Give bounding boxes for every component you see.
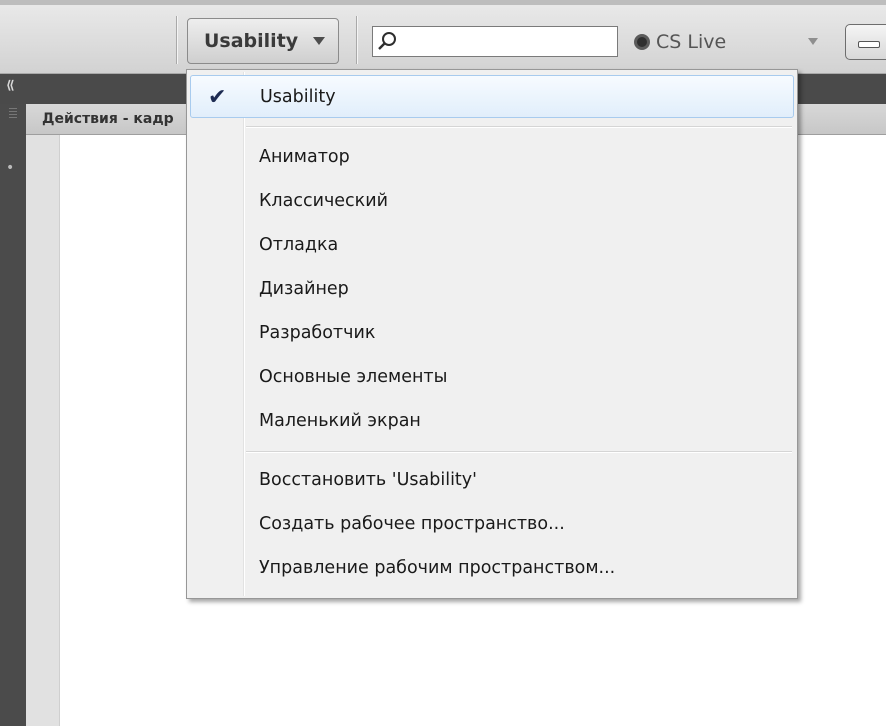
cs-live-button[interactable]: CS Live bbox=[634, 26, 726, 58]
actions-panel-title: Действия - кадр bbox=[42, 111, 174, 127]
menu-item-manage-workspaces[interactable]: Управление рабочим пространством... bbox=[190, 547, 794, 590]
left-dock-strip: • bbox=[0, 104, 26, 726]
toolbar-separator bbox=[176, 16, 177, 64]
menu-item-small-screen[interactable]: Маленький экран bbox=[190, 400, 794, 443]
workspace-menu: ✔ Usability Аниматор Классический Отладк… bbox=[186, 69, 798, 599]
menu-item-label: Разработчик bbox=[259, 323, 376, 343]
help-search-input[interactable] bbox=[372, 26, 618, 57]
menu-item-label: Usability bbox=[260, 87, 336, 107]
chevron-down-icon bbox=[313, 37, 325, 45]
cs-live-status-icon bbox=[634, 34, 650, 50]
cs-live-label: CS Live bbox=[656, 31, 727, 53]
menu-item-label: Аниматор bbox=[259, 147, 350, 167]
menu-item-usability[interactable]: ✔ Usability bbox=[190, 75, 794, 118]
menu-item-label: Маленький экран bbox=[259, 411, 421, 431]
workspace-switcher-button[interactable]: Usability bbox=[187, 18, 339, 64]
minimize-button[interactable] bbox=[845, 24, 886, 60]
gripper-icon[interactable] bbox=[9, 108, 17, 118]
collapse-panels-icon[interactable]: ⟪ bbox=[6, 78, 15, 92]
menu-item-classic[interactable]: Классический bbox=[190, 180, 794, 223]
dock-marker-icon: • bbox=[6, 160, 15, 176]
toolbar-separator bbox=[356, 16, 357, 64]
application-bar: Usability CS Live bbox=[0, 0, 886, 74]
workspace-switcher-label: Usability bbox=[204, 30, 299, 52]
menu-item-reset-workspace[interactable]: Восстановить 'Usability' bbox=[190, 459, 794, 502]
menu-item-developer[interactable]: Разработчик bbox=[190, 312, 794, 355]
menu-item-essentials[interactable]: Основные элементы bbox=[190, 356, 794, 399]
menu-item-label: Создать рабочее пространство... bbox=[259, 514, 565, 534]
actions-panel-sidebar bbox=[26, 135, 60, 726]
menu-item-debug[interactable]: Отладка bbox=[190, 224, 794, 267]
minimize-icon bbox=[858, 41, 880, 48]
menu-item-designer[interactable]: Дизайнер bbox=[190, 268, 794, 311]
menu-separator bbox=[246, 451, 792, 452]
menu-item-label: Отладка bbox=[259, 235, 339, 255]
cs-live-dropdown-icon[interactable] bbox=[808, 38, 818, 45]
menu-item-label: Управление рабочим пространством... bbox=[259, 558, 616, 578]
search-icon bbox=[378, 32, 396, 50]
checkmark-icon: ✔ bbox=[208, 85, 227, 110]
menu-item-new-workspace[interactable]: Создать рабочее пространство... bbox=[190, 503, 794, 546]
menu-item-label: Основные элементы bbox=[259, 367, 448, 387]
menu-item-label: Восстановить 'Usability' bbox=[259, 470, 477, 490]
menu-item-label: Дизайнер bbox=[259, 279, 349, 299]
menu-separator bbox=[246, 126, 792, 127]
toolbar-top-border bbox=[0, 0, 886, 5]
menu-item-label: Классический bbox=[259, 191, 388, 211]
menu-item-animator[interactable]: Аниматор bbox=[190, 136, 794, 179]
